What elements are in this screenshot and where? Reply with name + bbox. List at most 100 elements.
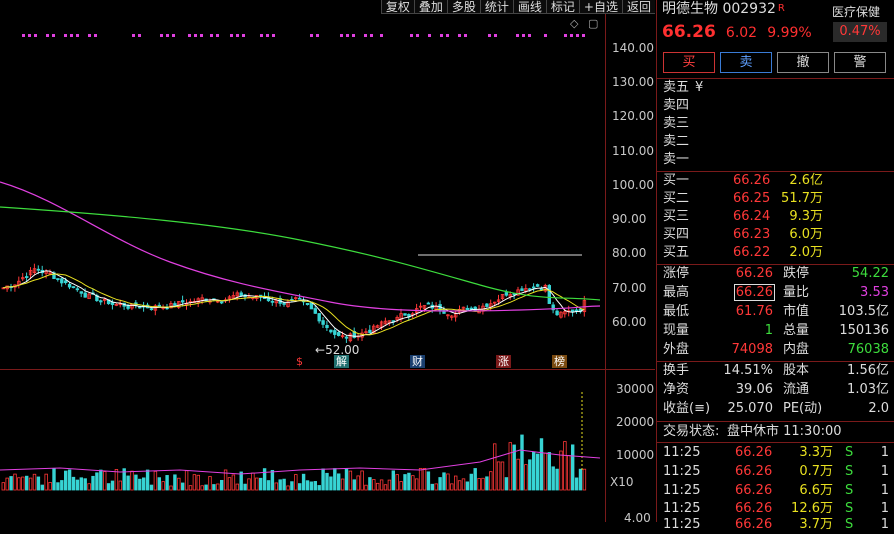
volume-bar xyxy=(161,481,165,491)
event-badge-limitup[interactable]: 涨 xyxy=(496,355,511,368)
tick-row[interactable]: 11:25 66.26 3.7万 S 1 xyxy=(663,516,889,534)
signal-dot xyxy=(370,34,373,37)
signal-dot xyxy=(194,34,197,37)
stat-row: 现量 1 总量 150136 xyxy=(663,322,889,340)
candle-body xyxy=(555,310,559,316)
signal-dot xyxy=(188,34,191,37)
high-value: 66.26 xyxy=(733,284,775,301)
candle-body xyxy=(24,276,29,278)
volume-bar xyxy=(266,480,271,491)
volume-bar xyxy=(130,470,134,491)
candle-body xyxy=(535,284,540,287)
buy-button[interactable]: 买 xyxy=(663,52,715,73)
sector-name[interactable]: 医疗保健 xyxy=(832,3,880,20)
turnover-value: 14.51% xyxy=(723,363,773,378)
signal-dot xyxy=(458,34,461,37)
volume-bar xyxy=(60,480,64,491)
kline-chart-panel[interactable]: 复权 叠加 多股 统计 画线 标记 +自选 返回 ◇ ▢ 140.00 130.… xyxy=(0,0,655,525)
stock-name: 明德生物 xyxy=(662,1,718,17)
quote-panel: 明德生物 002932 R 医疗保健 0.47% 66.26 6.02 9.99%… xyxy=(656,0,894,532)
volume-bar xyxy=(56,482,60,491)
ask-label: 卖四 xyxy=(663,98,690,113)
volume-bar xyxy=(500,461,505,491)
volume-bar xyxy=(40,484,44,491)
volume-bar xyxy=(582,468,587,491)
volume-bar xyxy=(446,473,450,491)
volume-bar xyxy=(71,476,76,491)
current-volume-value: 1 xyxy=(764,323,773,338)
bid-price: 66.23 xyxy=(733,227,771,242)
volume-bar xyxy=(216,483,220,491)
volume-bar xyxy=(422,468,427,491)
tick-price: 66.26 xyxy=(735,517,773,532)
bid-price: 66.24 xyxy=(733,209,771,224)
volume-bar xyxy=(251,472,255,491)
signal-dot xyxy=(46,34,49,37)
candle-body xyxy=(317,313,321,322)
volume-bar xyxy=(532,451,536,491)
volume-bottom-tick: 4.00 xyxy=(624,511,651,525)
candle-body xyxy=(344,336,349,339)
volume-bar xyxy=(407,472,411,491)
ask-label: 卖一 xyxy=(663,152,690,167)
volume-bar xyxy=(403,474,407,491)
tick-count: 1 xyxy=(880,445,889,460)
volume-bar xyxy=(344,468,349,491)
shares-label: 股本 xyxy=(783,363,810,378)
candle-body xyxy=(297,297,302,300)
volume-bar xyxy=(274,482,278,491)
volume-bar xyxy=(9,476,13,491)
signal-dot xyxy=(34,34,37,37)
volume-bar xyxy=(290,481,294,491)
tick-row[interactable]: 11:25 66.26 3.3万 S 1 xyxy=(663,444,889,462)
candle-body xyxy=(520,288,524,292)
sell-button[interactable]: 卖 xyxy=(720,52,772,73)
signal-dot xyxy=(544,34,547,37)
volume-bar xyxy=(208,476,212,491)
event-badge-dollar[interactable]: $ xyxy=(294,355,305,368)
event-badge-unlock[interactable]: 解 xyxy=(334,355,349,368)
volume-bar xyxy=(336,473,341,491)
volume-bar xyxy=(571,444,575,491)
candle-body xyxy=(270,300,275,303)
candle-body xyxy=(83,292,87,298)
signal-dot xyxy=(364,34,367,37)
signal-dot xyxy=(582,34,585,37)
volume-bar xyxy=(504,477,509,491)
volume-bar xyxy=(177,477,181,491)
toolbar-back-button[interactable]: 返回 xyxy=(621,0,655,14)
volume-bar xyxy=(219,479,224,491)
volume-bar xyxy=(99,469,103,491)
signal-dot xyxy=(272,34,275,37)
volume-bar xyxy=(212,484,216,491)
volume-bar xyxy=(574,477,579,491)
ask-price: ¥ xyxy=(695,80,704,95)
volume-bar xyxy=(13,473,17,491)
divider xyxy=(657,442,894,443)
tick-row[interactable]: 11:25 66.26 0.7万 S 1 xyxy=(663,463,889,481)
candle-body xyxy=(79,291,83,294)
candle-body xyxy=(403,313,407,316)
stock-title: 明德生物 002932 R xyxy=(662,0,785,20)
volume-bar xyxy=(141,477,146,491)
volume-bar xyxy=(555,468,559,491)
tick-row[interactable]: 11:25 66.26 6.6万 S 1 xyxy=(663,482,889,500)
signal-dot xyxy=(76,34,79,37)
volume-bar xyxy=(118,480,122,491)
volume-bar xyxy=(243,483,247,491)
volume-bar xyxy=(200,485,204,491)
event-badge-finance[interactable]: 财 xyxy=(410,355,425,368)
alert-button[interactable]: 警 xyxy=(834,52,886,73)
volume-bar xyxy=(145,469,150,491)
volume-bar xyxy=(461,478,466,491)
event-badge-ranking[interactable]: 榜 xyxy=(552,355,567,368)
cancel-order-button[interactable]: 撤 xyxy=(777,52,829,73)
signal-dot xyxy=(266,34,269,37)
signal-dot xyxy=(428,34,431,37)
divider xyxy=(657,78,894,79)
ask-label: 卖三 xyxy=(663,116,690,131)
signal-dot xyxy=(564,34,567,37)
candle-body xyxy=(321,320,325,325)
candle-body xyxy=(282,302,286,305)
volume-bar xyxy=(79,477,83,491)
